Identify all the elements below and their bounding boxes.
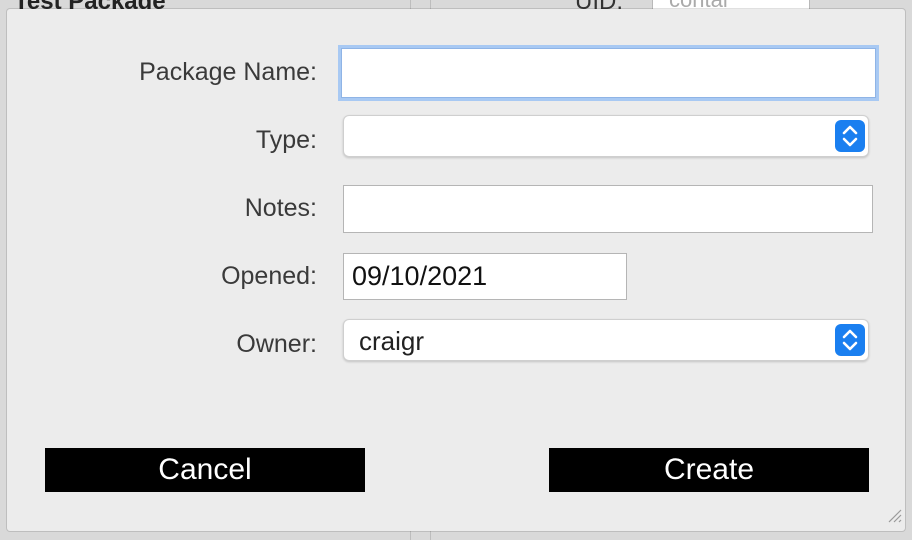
resize-grip-icon[interactable]	[885, 506, 903, 529]
updown-chevron-icon[interactable]	[835, 120, 865, 152]
new-package-sheet: Package Name: Type: Notes: Opened: Owner…	[7, 9, 905, 531]
notes-input[interactable]	[343, 185, 873, 233]
create-button[interactable]: Create	[549, 448, 869, 492]
package-name-input[interactable]	[341, 48, 876, 98]
owner-popup[interactable]: craigr	[343, 319, 869, 361]
owner-value: craigr	[359, 326, 425, 356]
opened-label: Opened:	[221, 262, 317, 290]
package-name-label: Package Name:	[139, 58, 317, 86]
notes-label: Notes:	[244, 194, 317, 222]
type-label: Type:	[255, 126, 317, 154]
updown-chevron-icon[interactable]	[835, 324, 865, 356]
owner-label: Owner:	[236, 330, 317, 358]
type-popup[interactable]	[343, 115, 869, 157]
opened-date-input[interactable]	[343, 253, 627, 300]
cancel-button[interactable]: Cancel	[45, 448, 365, 492]
